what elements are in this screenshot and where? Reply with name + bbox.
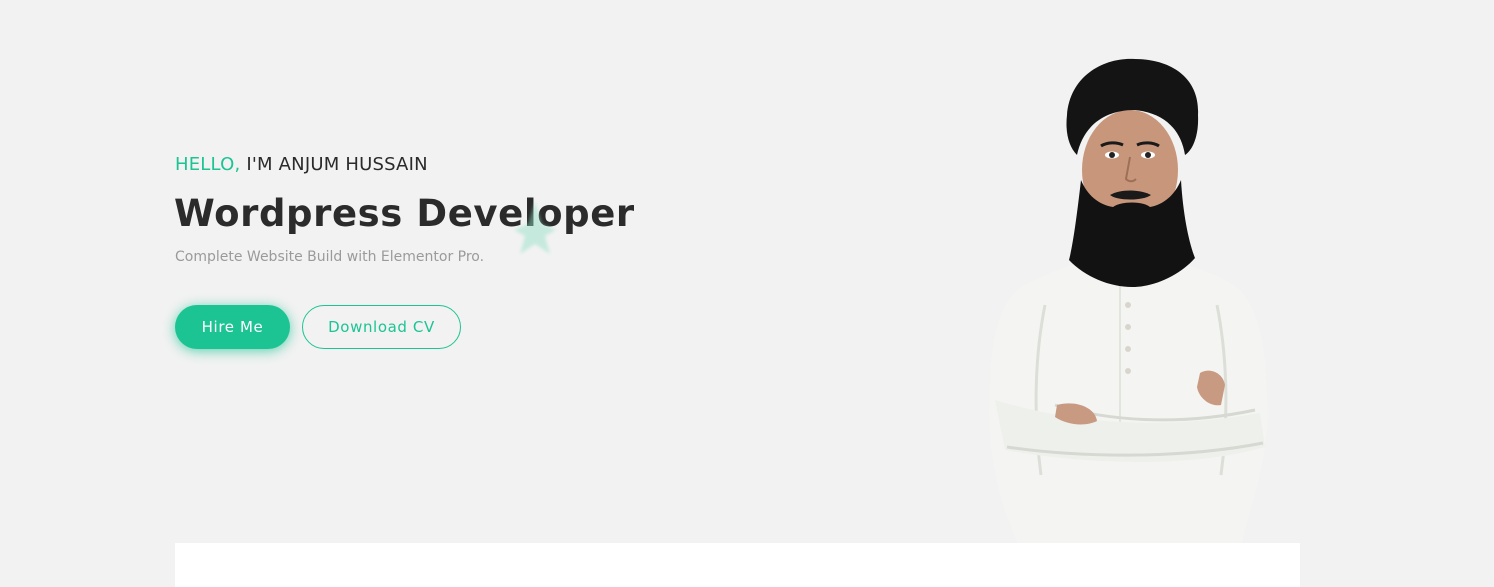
intro-line: HELLO, I'M ANJUM HUSSAIN [175,154,428,175]
person-photo-icon [989,58,1268,543]
hello-text: HELLO, [175,154,241,175]
hire-me-button[interactable]: Hire Me [175,305,290,349]
star-shape-icon [514,202,556,254]
hero-title: Wordpress Developer [174,192,635,235]
content-card [175,543,1300,587]
hero-section: HELLO, I'M ANJUM HUSSAIN Wordpress Devel… [0,0,1494,587]
hero-subtitle: Complete Website Build with Elementor Pr… [175,249,485,265]
name-text: I'M ANJUM HUSSAIN [246,154,428,175]
download-cv-button[interactable]: Download CV [302,305,461,349]
